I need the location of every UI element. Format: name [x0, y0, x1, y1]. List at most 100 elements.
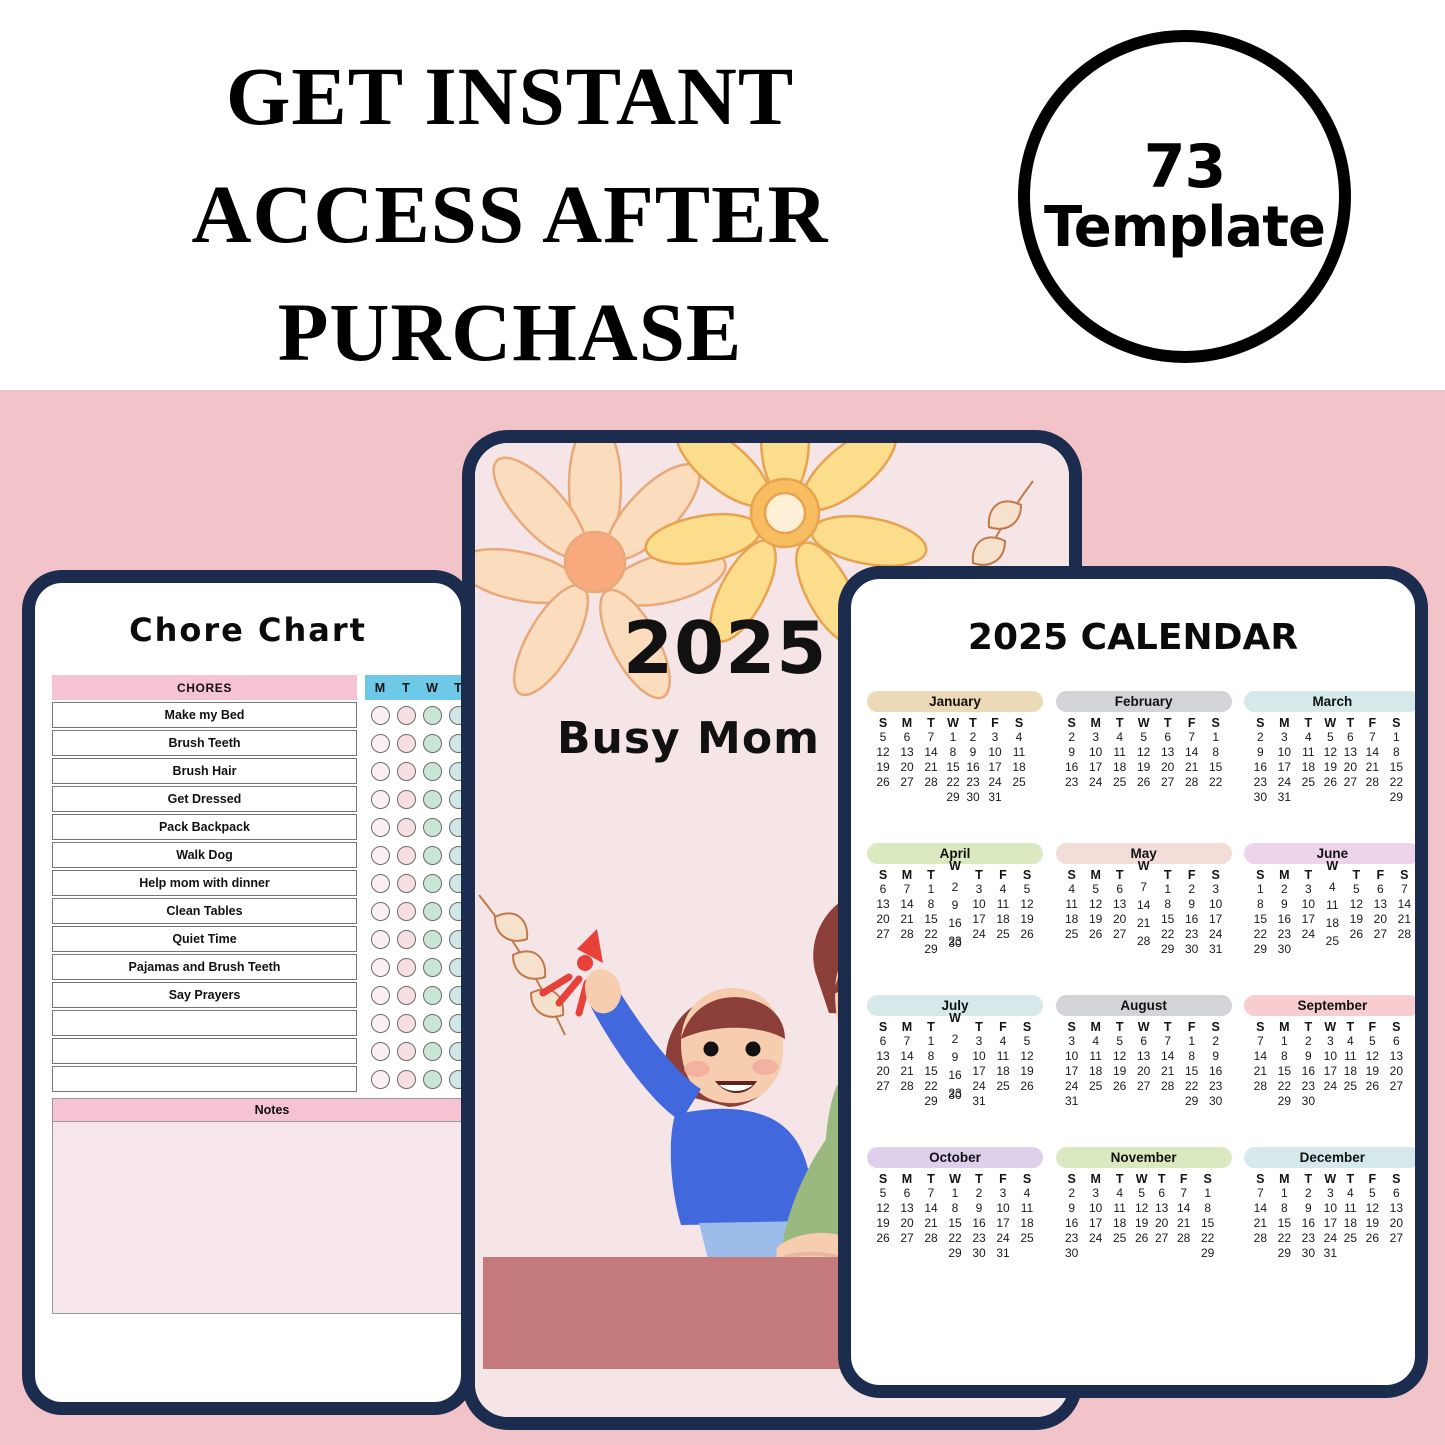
calendar-day-cell[interactable]: 30	[943, 936, 967, 951]
calendar-day-cell[interactable]: 3	[1204, 882, 1228, 897]
calendar-day-cell[interactable]: 5	[871, 730, 895, 745]
calendar-day-cell[interactable]: 14	[919, 745, 943, 760]
calendar-day-cell[interactable]: 24	[1060, 1079, 1084, 1094]
calendar-day-cell[interactable]: 6	[871, 882, 895, 897]
calendar-day-cell[interactable]: 11	[1296, 745, 1320, 760]
calendar-day-cell[interactable]	[919, 1246, 943, 1261]
calendar-day-cell[interactable]	[1084, 1246, 1108, 1261]
calendar-day-cell[interactable]	[991, 1094, 1015, 1109]
calendar-day-cell[interactable]: 29	[1248, 942, 1272, 957]
calendar-day-cell[interactable]: 5	[871, 1186, 895, 1201]
calendar-day-cell[interactable]	[1320, 790, 1340, 805]
calendar-day-cell[interactable]: 8	[1272, 1201, 1296, 1216]
calendar-day-cell[interactable]: 1	[1272, 1186, 1296, 1201]
calendar-day-cell[interactable]: 10	[983, 745, 1007, 760]
calendar-day-cell[interactable]: 22	[1180, 1079, 1204, 1094]
calendar-day-cell[interactable]: 9	[1204, 1049, 1228, 1064]
calendar-day-cell[interactable]: 13	[1368, 897, 1392, 912]
calendar-day-cell[interactable]: 24	[1320, 1079, 1340, 1094]
calendar-day-cell[interactable]	[871, 942, 895, 957]
calendar-day-cell[interactable]: 24	[1084, 775, 1108, 790]
calendar-day-cell[interactable]: 13	[1108, 897, 1132, 912]
calendar-day-cell[interactable]: 12	[1132, 745, 1156, 760]
calendar-day-cell[interactable]	[1132, 1246, 1152, 1261]
calendar-day-cell[interactable]	[1296, 790, 1320, 805]
calendar-day-cell[interactable]	[1007, 790, 1031, 805]
calendar-day-cell[interactable]: 19	[1084, 912, 1108, 927]
calendar-day-cell[interactable]: 21	[1248, 1064, 1272, 1079]
calendar-day-cell[interactable]: 4	[1340, 1186, 1360, 1201]
calendar-day-cell[interactable]: 11	[1340, 1201, 1360, 1216]
calendar-day-cell[interactable]: 13	[895, 745, 919, 760]
calendar-day-cell[interactable]	[871, 1246, 895, 1261]
calendar-day-cell[interactable]: 31	[967, 1094, 991, 1109]
calendar-day-cell[interactable]	[895, 1246, 919, 1261]
calendar-day-cell[interactable]: 24	[1084, 1231, 1108, 1246]
calendar-day-cell[interactable]: 25	[1108, 1231, 1132, 1246]
calendar-day-cell[interactable]: 11	[1015, 1201, 1039, 1216]
calendar-day-cell[interactable]: 26	[1108, 1079, 1132, 1094]
calendar-day-cell[interactable]: 18	[1084, 1064, 1108, 1079]
calendar-day-cell[interactable]: 7	[895, 1034, 919, 1049]
calendar-day-cell[interactable]: 11	[1340, 1049, 1360, 1064]
calendar-day-cell[interactable]: 5	[1015, 1034, 1039, 1049]
calendar-day-cell[interactable]: 14	[1180, 745, 1204, 760]
chore-checkbox-dot[interactable]	[370, 957, 390, 977]
calendar-day-cell[interactable]: 7	[1180, 730, 1204, 745]
calendar-day-cell[interactable]: 13	[1152, 1201, 1172, 1216]
calendar-day-cell[interactable]: 2	[1204, 1034, 1228, 1049]
chore-checkbox-dot[interactable]	[370, 985, 390, 1005]
calendar-day-cell[interactable]: 17	[1084, 760, 1108, 775]
calendar-day-cell[interactable]: 27	[1368, 927, 1392, 942]
calendar-day-cell[interactable]: 4	[1108, 1186, 1132, 1201]
chore-checkbox-dot[interactable]	[396, 733, 416, 753]
calendar-day-cell[interactable]: 13	[871, 897, 895, 912]
calendar-day-cell[interactable]: 20	[895, 760, 919, 775]
calendar-day-cell[interactable]: 11	[1108, 1201, 1132, 1216]
calendar-day-cell[interactable]: 29	[1180, 1094, 1204, 1109]
calendar-day-cell[interactable]: 12	[1360, 1201, 1384, 1216]
calendar-day-cell[interactable]: 4	[1340, 1034, 1360, 1049]
calendar-day-cell[interactable]: 4	[1296, 730, 1320, 745]
calendar-day-cell[interactable]: 10	[1084, 1201, 1108, 1216]
calendar-day-cell[interactable]: 1	[1384, 730, 1408, 745]
calendar-day-cell[interactable]: 30	[1180, 942, 1204, 957]
calendar-day-cell[interactable]: 14	[895, 1049, 919, 1064]
calendar-day-cell[interactable]	[895, 790, 919, 805]
calendar-day-cell[interactable]: 29	[1384, 790, 1408, 805]
calendar-day-cell[interactable]: 9	[1296, 1049, 1320, 1064]
calendar-day-cell[interactable]: 5	[1132, 730, 1156, 745]
calendar-day-cell[interactable]: 10	[967, 897, 991, 912]
calendar-day-cell[interactable]: 24	[1272, 775, 1296, 790]
calendar-day-cell[interactable]: 8	[1248, 897, 1272, 912]
tablet-chore-chart[interactable]: Chore Chart CHORES Make my Bed Brush Teet…	[22, 570, 474, 1415]
calendar-day-cell[interactable]: 12	[1108, 1049, 1132, 1064]
calendar-day-cell[interactable]: 6	[1368, 882, 1392, 897]
calendar-day-cell[interactable]: 7	[1132, 880, 1156, 895]
calendar-day-cell[interactable]: 25	[991, 927, 1015, 942]
calendar-day-cell[interactable]: 12	[1344, 897, 1368, 912]
chore-row[interactable]: Brush Hair	[52, 758, 357, 784]
chore-checkbox-dot[interactable]	[396, 817, 416, 837]
calendar-day-cell[interactable]: 2	[1296, 1034, 1320, 1049]
chore-checkbox-dot[interactable]	[396, 1041, 416, 1061]
calendar-day-cell[interactable]: 11	[991, 1049, 1015, 1064]
calendar-day-cell[interactable]: 14	[919, 1201, 943, 1216]
calendar-day-cell[interactable]: 20	[1156, 760, 1180, 775]
calendar-day-cell[interactable]: 11	[1108, 745, 1132, 760]
chore-row[interactable]	[52, 1010, 357, 1036]
calendar-day-cell[interactable]: 9	[963, 745, 983, 760]
calendar-day-cell[interactable]: 11	[991, 897, 1015, 912]
calendar-day-cell[interactable]: 1	[943, 1186, 967, 1201]
calendar-day-cell[interactable]: 15	[943, 1216, 967, 1231]
calendar-day-cell[interactable]: 6	[1132, 1034, 1156, 1049]
calendar-day-cell[interactable]: 1	[1156, 882, 1180, 897]
calendar-day-cell[interactable]: 30	[1296, 1094, 1320, 1109]
calendar-day-cell[interactable]: 19	[1015, 912, 1039, 927]
calendar-day-cell[interactable]: 9	[943, 1050, 967, 1065]
calendar-day-cell[interactable]: 24	[967, 1079, 991, 1094]
calendar-day-cell[interactable]: 20	[1152, 1216, 1172, 1231]
calendar-day-cell[interactable]: 16	[1248, 760, 1272, 775]
chore-checkbox-dot[interactable]	[422, 929, 442, 949]
calendar-day-cell[interactable]: 29	[919, 942, 943, 957]
